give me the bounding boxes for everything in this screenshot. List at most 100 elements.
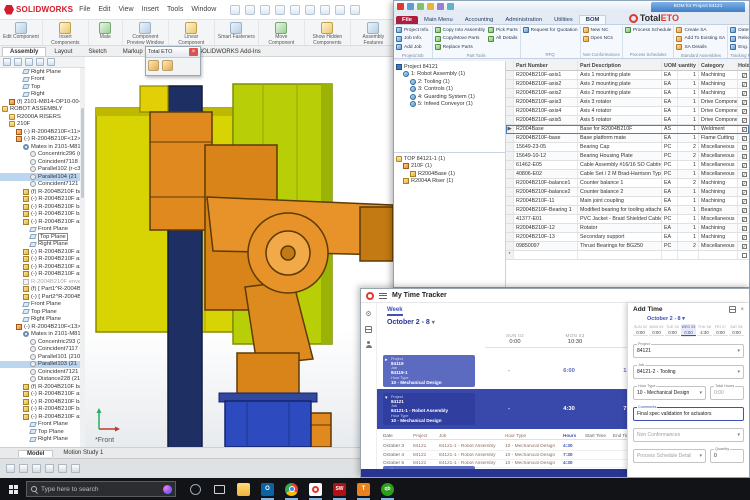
feature-tree-item[interactable]: Top Plane xyxy=(0,428,84,436)
day-chip[interactable]: WED 05 0:00 xyxy=(681,324,696,337)
row-selector[interactable] xyxy=(506,224,514,232)
assembly-tree-item[interactable]: 210F (1) xyxy=(394,163,505,171)
row-selector[interactable] xyxy=(506,170,514,178)
ribbon-tab[interactable]: Utilities xyxy=(548,16,579,24)
key-icon[interactable] xyxy=(19,464,28,473)
ribbon-group-button[interactable]: Open NCs xyxy=(583,35,613,44)
gear-icon[interactable]: ⚙ xyxy=(365,311,371,318)
bom-row[interactable]: 41377-E01 PVC Jacket - Braid Shielded Ca… xyxy=(506,215,749,224)
hold-checkbox[interactable]: ✓ xyxy=(742,82,747,87)
play-icon[interactable] xyxy=(45,464,54,473)
project-tree-item[interactable]: 4: Guarding System (1) xyxy=(394,93,505,101)
row-selector[interactable] xyxy=(506,188,514,196)
hold-checkbox[interactable]: ✓ xyxy=(742,163,747,168)
hold-checkbox[interactable]: ✓ xyxy=(742,226,747,231)
bom-row[interactable]: R2004B210F-axis4 Axis 4 rotator EA 1 Dri… xyxy=(506,107,749,116)
print-icon[interactable] xyxy=(290,5,300,15)
bom-row[interactable]: R2004B210F-Bearing 1 Modified bearing fo… xyxy=(506,206,749,215)
ribbon-button[interactable]: Smart Fasteners xyxy=(215,20,259,45)
feature-tree-item[interactable]: (-) R-2004B210F<13> (Free xyxy=(0,323,84,331)
bom-row[interactable]: 15649-10-12 Bearing Housing Plate PC 2 M… xyxy=(506,152,749,161)
ribbon-group-button[interactable]: Release Job xyxy=(730,35,749,44)
feature-tree-item[interactable]: (-) R-2004B210F axis5< xyxy=(0,263,84,271)
hold-checkbox[interactable]: ✓ xyxy=(742,190,747,195)
ribbon-group-button[interactable]: Create SA xyxy=(676,26,725,35)
row-selector[interactable] xyxy=(506,134,514,142)
filter-icon[interactable] xyxy=(6,464,15,473)
row-selector[interactable] xyxy=(506,80,514,88)
day-chip[interactable]: SAT 08 0:00 xyxy=(729,324,744,337)
redo-icon[interactable] xyxy=(320,5,330,15)
bom-row[interactable]: R2004B210F-axis3 Axis 3 rotator EA 1 Dri… xyxy=(506,98,749,107)
hold-checkbox[interactable]: ✓ xyxy=(742,73,747,78)
ribbon-group-button[interactable]: Pick Parts xyxy=(488,26,518,35)
hold-checkbox[interactable] xyxy=(742,253,747,258)
assembly-tree-item[interactable]: TOP 84121-1 (1) xyxy=(394,155,505,163)
start-button[interactable] xyxy=(0,478,26,500)
job-field[interactable]: Job 84121-2 - Tooling▾ xyxy=(633,365,744,379)
ribbon-group-button[interactable]: Project Info. xyxy=(396,26,430,35)
ribbon-group-button[interactable]: All Details xyxy=(488,35,518,44)
project-tree-item[interactable]: 3: Controls (1) xyxy=(394,86,505,94)
taskbar-icon-chrome[interactable] xyxy=(284,480,299,498)
hold-checkbox[interactable]: ✓ xyxy=(742,136,747,141)
row-selector[interactable] xyxy=(506,143,514,151)
ribbon-button[interactable]: Edit Component xyxy=(0,20,43,45)
bom-row[interactable]: ▶ R2004Base Base for R2004B210F AS 1 Wel… xyxy=(506,125,749,134)
ribbon-group-button[interactable]: SA Details xyxy=(676,43,725,52)
eto-sync-icon[interactable] xyxy=(162,60,173,71)
time-entry-card[interactable]: ▾ Project 84121 Job 84121-1 - Robot Asse… xyxy=(383,393,475,425)
feature-tree-item[interactable]: (f) R-2004B210F base< xyxy=(0,188,84,196)
row-selector[interactable]: * xyxy=(506,251,514,259)
project-tree-item[interactable]: 1: Robot Assembly (1) xyxy=(394,71,505,79)
taskbar-icon-cortana[interactable] xyxy=(188,480,203,498)
feature-tree-item[interactable]: Parallel103 (21 xyxy=(0,361,84,369)
feature-tree-item[interactable]: Concentric296 (r- xyxy=(0,151,84,159)
counterweight[interactable] xyxy=(150,112,212,230)
ribbon-button[interactable]: Linear Component Pattern xyxy=(169,20,215,45)
junction-box[interactable] xyxy=(140,86,168,112)
ribbon-group-button[interactable]: Replace Parts xyxy=(435,43,485,52)
ribbon-button[interactable]: Move Component xyxy=(259,20,305,45)
row-selector[interactable] xyxy=(506,179,514,187)
calendar-icon[interactable] xyxy=(729,306,736,313)
view-tab[interactable]: Model xyxy=(18,450,53,457)
feature-tree-item[interactable]: Right Plane xyxy=(0,436,84,444)
command-tab[interactable]: Assembly xyxy=(2,47,46,56)
ribbon-tab[interactable]: Main Menu xyxy=(418,16,459,24)
week-selector[interactable]: October 2 - 8 ▾ xyxy=(647,316,744,322)
taskbar-icon-outlook[interactable]: O xyxy=(260,480,275,498)
ribbon-group-button[interactable]: New NC xyxy=(583,26,613,35)
feature-tree-item[interactable]: (f) 2101-M814-OP10-00-00-00< xyxy=(0,98,84,106)
row-selector[interactable]: ▶ xyxy=(506,125,514,133)
day-chip[interactable]: MON 03 0:00 xyxy=(649,324,664,337)
hold-checkbox[interactable]: ✓ xyxy=(742,199,747,204)
displaymanager-tab-icon[interactable] xyxy=(47,58,55,66)
feature-tree-item[interactable]: ROBOT ASSEMBLY xyxy=(0,106,84,114)
feature-tree-item[interactable]: (-) [ Part2^R-2004B21 xyxy=(0,293,84,301)
save-animation-icon[interactable] xyxy=(71,464,80,473)
bom-row[interactable]: R2004B210F-13 Secondary support EA 1 Mac… xyxy=(506,233,749,242)
feature-tree-item[interactable]: Top xyxy=(0,83,84,91)
ribbon-tab[interactable]: File xyxy=(396,16,418,24)
feature-tree-item[interactable]: (-) R-2004B210F<12> (Free xyxy=(0,136,84,144)
process-schedule-detail-field[interactable]: Process Schedule Detail▾ xyxy=(633,449,706,463)
hold-checkbox[interactable]: ✓ xyxy=(742,217,747,222)
day-chip[interactable]: SUN 02 0:00 xyxy=(633,324,648,337)
hold-checkbox[interactable]: ✓ xyxy=(742,100,747,105)
expand-icon[interactable]: ▸ xyxy=(385,357,388,363)
feature-tree-item[interactable]: (-) R-2004B210F axis2< xyxy=(0,218,84,226)
feature-tree-item[interactable]: (-) R-2004B210F balan xyxy=(0,203,84,211)
day-chip[interactable]: THU 06 4:30 xyxy=(697,324,712,337)
row-selector[interactable] xyxy=(506,107,514,115)
row-selector[interactable] xyxy=(506,98,514,106)
feature-tree-item[interactable]: (-) R-2004B210F axis1< xyxy=(0,391,84,399)
menu-item[interactable]: Tools xyxy=(167,6,183,13)
command-tab[interactable]: SOLIDWORKS Add-Ins xyxy=(190,47,269,56)
feature-tree-item[interactable]: R2000A RISERS xyxy=(0,113,84,121)
column-category[interactable]: Category xyxy=(699,61,738,70)
eto-insert-icon[interactable] xyxy=(148,60,159,71)
calendar-icon[interactable] xyxy=(365,326,372,333)
undo-icon[interactable] xyxy=(305,5,315,15)
hold-checkbox[interactable]: ✓ xyxy=(742,172,747,177)
